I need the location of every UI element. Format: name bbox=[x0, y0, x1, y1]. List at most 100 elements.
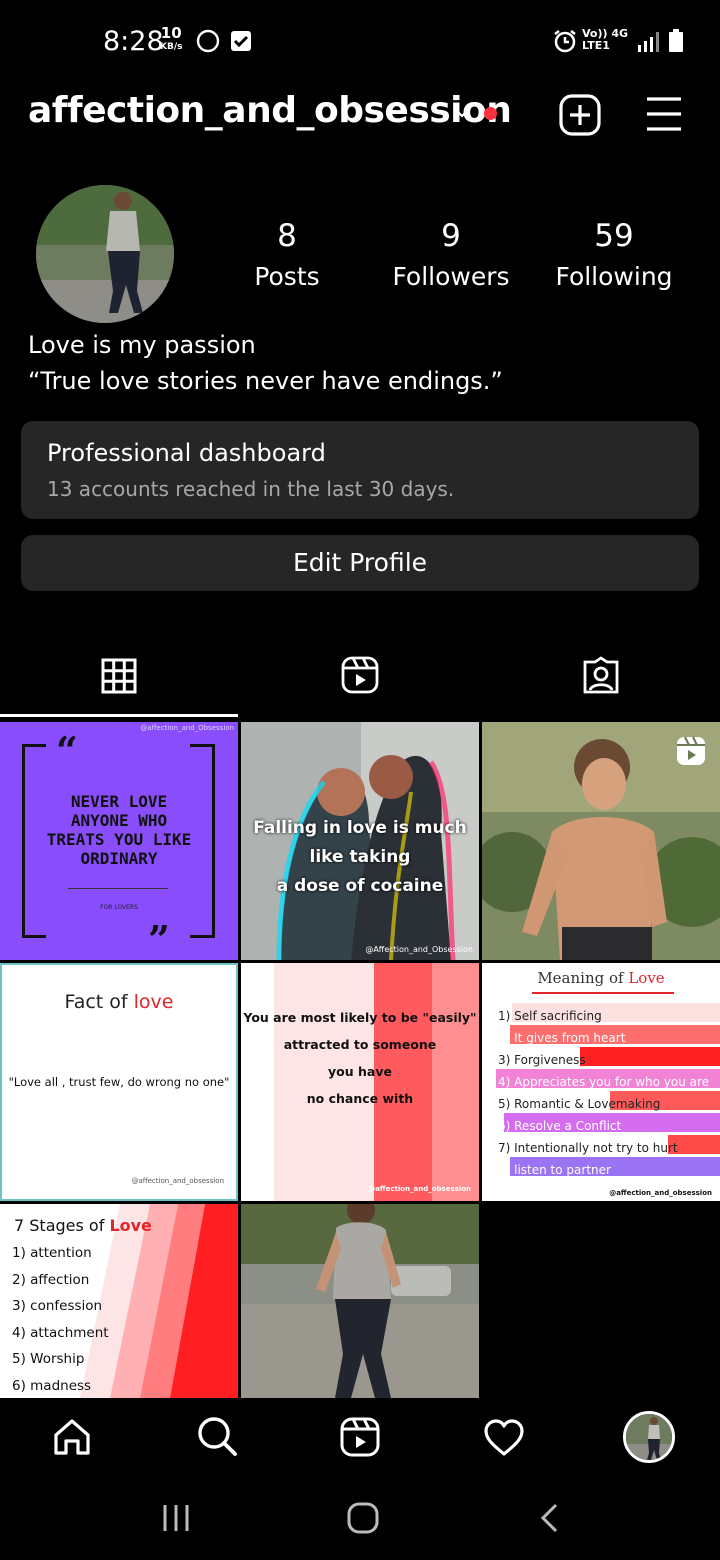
dashboard-subtitle: 13 accounts reached in the last 30 days. bbox=[47, 477, 455, 501]
quote-line: you have bbox=[328, 1064, 392, 1079]
list-item: 7) Intentionally not try to hurt bbox=[498, 1141, 678, 1155]
caption-line: Falling in love is much bbox=[253, 818, 467, 838]
reels-icon[interactable] bbox=[340, 1417, 380, 1457]
chevron-down-icon[interactable] bbox=[452, 106, 472, 120]
post-watermark: @affection_and_Obsession bbox=[140, 724, 234, 732]
list-item: 1) attention bbox=[12, 1245, 92, 1261]
home-button-icon[interactable] bbox=[346, 1501, 380, 1535]
profile-photo bbox=[626, 1414, 672, 1460]
frame-corner bbox=[190, 935, 215, 938]
frame-corner bbox=[22, 744, 46, 747]
post-tile-6[interactable]: Meaning of Love 1) Self sacrificing 2) I… bbox=[482, 963, 720, 1201]
post-tile-8[interactable] bbox=[241, 1204, 479, 1398]
following-count[interactable]: 59 bbox=[534, 218, 694, 254]
carrier-indicator: Vo)) 4G LTE1 bbox=[582, 28, 628, 52]
quote-line: no chance with bbox=[306, 1091, 414, 1106]
post-footer: FOR LOVERS bbox=[100, 904, 138, 911]
caption-line: like taking bbox=[309, 847, 411, 867]
list-item: 5) Romantic & Lovemaking bbox=[498, 1097, 661, 1111]
post-tile-3[interactable] bbox=[482, 722, 720, 960]
grid-tab-icon[interactable] bbox=[101, 658, 137, 694]
search-icon[interactable] bbox=[196, 1415, 238, 1457]
network-speed: 10 KB/s bbox=[160, 26, 182, 54]
stages-list: 1) attention 2) affection 3) confession … bbox=[12, 1240, 109, 1398]
alarm-icon bbox=[554, 30, 576, 53]
list-item: 2) affection bbox=[12, 1271, 90, 1288]
followers-count[interactable]: 9 bbox=[371, 218, 531, 254]
post-title-accent: Love bbox=[109, 1216, 152, 1235]
post-title-part: Fact of bbox=[64, 991, 134, 1013]
account-switcher[interactable]: affection_and_obsession bbox=[28, 90, 512, 131]
reel-badge-icon bbox=[677, 736, 705, 765]
frame-corner bbox=[190, 744, 215, 747]
menu-icon[interactable] bbox=[645, 96, 683, 132]
post-tile-2[interactable]: Falling in love is much like taking a do… bbox=[241, 722, 479, 960]
list-item: 6) Resolve a Conflict bbox=[498, 1119, 622, 1133]
network-speed-unit: KB/s bbox=[160, 42, 183, 52]
post-title-part: 7 Stages of bbox=[14, 1216, 110, 1235]
post-watermark: @affection_and_obsession bbox=[609, 1189, 712, 1197]
post-title: Meaning of Love bbox=[482, 969, 720, 987]
activity-heart-icon[interactable] bbox=[483, 1419, 525, 1457]
bio-line-1: Love is my passion bbox=[28, 331, 256, 359]
signal-icon bbox=[638, 32, 659, 52]
posts-count[interactable]: 8 bbox=[207, 218, 367, 254]
carrier-bottom: LTE1 bbox=[582, 39, 610, 52]
post-title-part: Meaning of bbox=[537, 969, 629, 987]
reels-tab-icon[interactable] bbox=[341, 656, 379, 694]
post-title: Fact of love bbox=[2, 991, 236, 1013]
post-tile-7[interactable]: 7 Stages of Love 1) attention 2) affecti… bbox=[0, 1204, 238, 1398]
notification-dot bbox=[484, 107, 497, 120]
list-item: 4) Appreciates you for who you are bbox=[498, 1075, 710, 1089]
do-not-disturb-icon bbox=[196, 29, 220, 53]
post-watermark: @affection_and_obsession bbox=[368, 1185, 471, 1193]
list-item: 5) Worship bbox=[12, 1351, 85, 1367]
quote-line: TREATS YOU LIKE bbox=[46, 830, 192, 849]
quote-line: NEVER LOVE bbox=[70, 792, 168, 811]
checkbox-notification-icon bbox=[231, 31, 251, 51]
close-quote-mark: ” bbox=[148, 917, 170, 960]
post-tile-5[interactable]: You are most likely to be "easily" attra… bbox=[241, 963, 479, 1201]
post-tile-4[interactable]: Fact of love "Love all , trust few, do w… bbox=[0, 963, 238, 1201]
profile-avatar[interactable] bbox=[36, 185, 174, 323]
divider bbox=[68, 888, 168, 889]
followers-label[interactable]: Followers bbox=[371, 262, 531, 291]
quote-line: You are most likely to be "easily" bbox=[243, 1010, 477, 1025]
posts-label[interactable]: Posts bbox=[207, 262, 367, 291]
edit-profile-button[interactable]: Edit Profile bbox=[21, 535, 699, 591]
post-quote-text: "Love all , trust few, do wrong no one" bbox=[8, 1075, 230, 1089]
battery-icon bbox=[669, 29, 683, 52]
post-title-accent: Love bbox=[628, 969, 665, 987]
back-icon[interactable] bbox=[538, 1502, 562, 1534]
post-image bbox=[241, 1204, 479, 1398]
profile-tab-avatar[interactable] bbox=[623, 1411, 675, 1463]
profile-photo bbox=[36, 185, 174, 323]
create-post-icon[interactable] bbox=[559, 94, 601, 136]
open-quote-mark: “ bbox=[56, 728, 78, 773]
recent-apps-icon[interactable] bbox=[160, 1502, 192, 1534]
post-title-accent: love bbox=[133, 991, 174, 1013]
following-label[interactable]: Following bbox=[534, 262, 694, 291]
username: affection_and_obsession bbox=[28, 90, 512, 131]
list-item: 6) madness bbox=[12, 1377, 92, 1394]
dashboard-title: Professional dashboard bbox=[47, 439, 326, 467]
post-caption: Falling in love is much like taking a do… bbox=[241, 814, 479, 901]
list-item: 1) Self sacrificing bbox=[498, 1009, 602, 1023]
list-item: 8) listen to partner bbox=[498, 1163, 611, 1177]
post-title: 7 Stages of Love bbox=[14, 1216, 152, 1235]
caption-line: a dose of cocaine bbox=[276, 876, 444, 896]
list-item: 3) confession bbox=[12, 1298, 103, 1314]
bio-line-2: “True love stories never have endings.” bbox=[28, 367, 503, 395]
post-watermark: @affection_and_obsession bbox=[131, 1177, 224, 1185]
meaning-list: 1) Self sacrificing 2) It gives from hea… bbox=[498, 1005, 709, 1181]
post-quote-text: NEVER LOVE ANYONE WHO TREATS YOU LIKE OR… bbox=[0, 792, 238, 868]
list-item: 3) Forgiveness bbox=[498, 1053, 586, 1067]
active-tab-indicator bbox=[0, 714, 238, 717]
home-icon[interactable] bbox=[52, 1417, 92, 1457]
title-underline bbox=[532, 992, 674, 994]
tagged-tab-icon[interactable] bbox=[581, 656, 621, 696]
quote-line: attracted to someone bbox=[283, 1037, 437, 1052]
professional-dashboard-card[interactable]: Professional dashboard 13 accounts reach… bbox=[21, 421, 699, 519]
post-tile-1[interactable]: @affection_and_Obsession “ ” NEVER LOVE … bbox=[0, 722, 238, 960]
post-quote-text: You are most likely to be "easily" attra… bbox=[241, 1004, 479, 1112]
